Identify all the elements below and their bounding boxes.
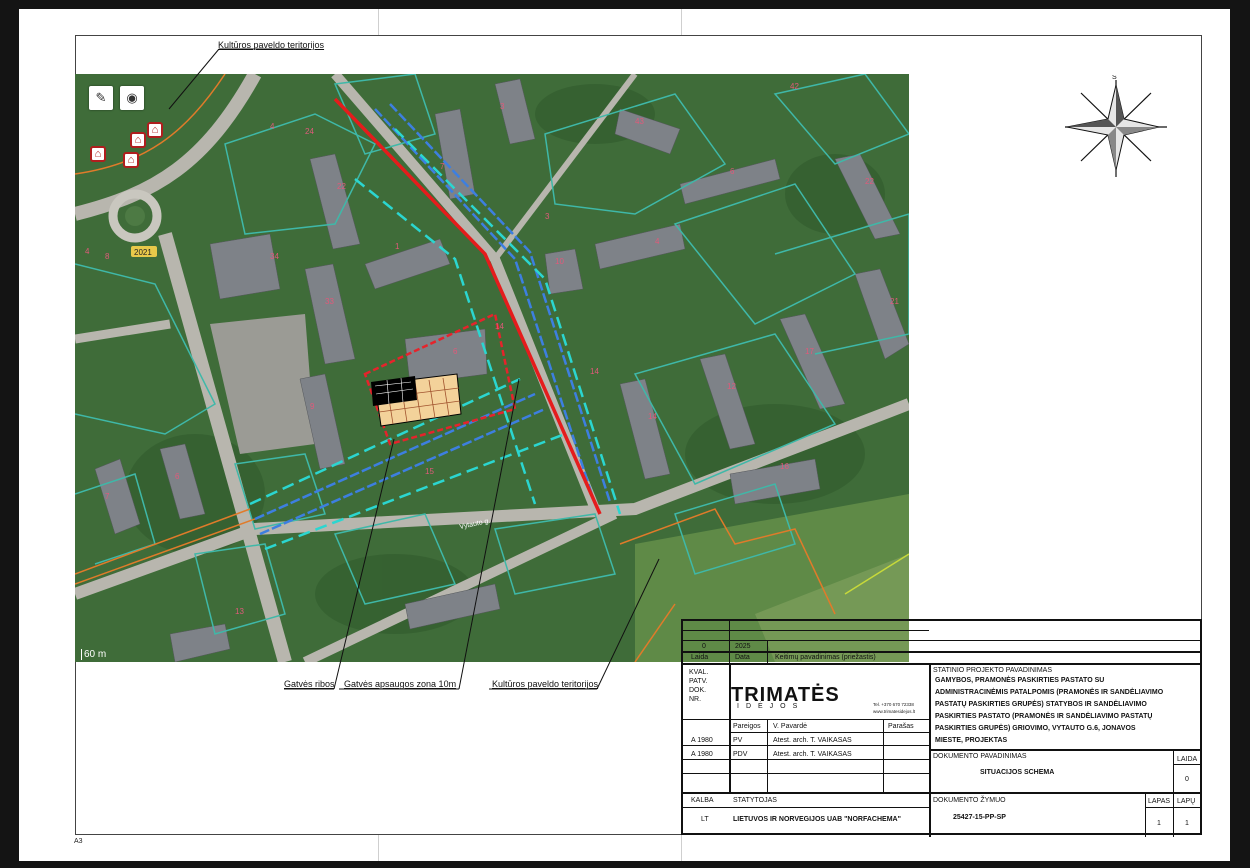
label-statytojas: STATYTOJAS: [733, 797, 777, 804]
label-dok: DOK.: [689, 687, 707, 694]
label-kalba: KALBA: [691, 797, 714, 804]
document-name: SITUACIJOS SCHEMA: [980, 769, 1055, 776]
company-logo: TRIMATĖS IDĖJOS: [731, 684, 840, 710]
header-changes: Keitimų pavadinimas (priežastis): [775, 654, 876, 661]
laida-label: LAIDA: [1177, 756, 1198, 763]
revision-laida: 0: [702, 643, 706, 650]
laida-value: 0: [1185, 776, 1189, 783]
label-nr: NR.: [689, 696, 702, 703]
revision-data: 2025: [735, 643, 751, 650]
compass-north-letter: Š: [1112, 75, 1117, 81]
project-title-line: MIESTE, PROJEKTAS: [935, 737, 1008, 744]
staff-role: PDV: [733, 751, 748, 758]
lapas-value: 1: [1157, 820, 1161, 827]
title-block: 0 2025 Laida Data Keitimų pavadinimas (p…: [681, 619, 1202, 837]
document-name-label: DOKUMENTO PAVADINIMAS: [933, 753, 1027, 760]
header-name: V. Pavardė: [773, 723, 807, 730]
project-title-line: PASKIRTIES PASTATO (PRAMONĖS IR SANDĖLIA…: [935, 713, 1153, 720]
callout-protection-zone: Gatvės apsaugos zona 10m: [344, 679, 457, 689]
label-patv: PATV.: [689, 678, 708, 685]
value-statytojas: LIETUVOS IR NORVEGIJOS UAB "NORFACHEMA": [733, 816, 901, 823]
staff-name: Atest. arch. T. VAIKASAS: [773, 751, 852, 758]
label-kval: KVAL.: [689, 669, 709, 676]
callout-heritage-bottom: Kultūros paveldo teritorijos: [492, 679, 599, 689]
staff-role: PV: [733, 737, 743, 744]
header-role: Pareigos: [733, 723, 761, 730]
project-title-line: PASTATŲ PASKIRTIES GRUPĖS) STATYBOS IR S…: [935, 701, 1147, 708]
doc-code-label: DOKUMENTO ŽYMUO: [933, 797, 1006, 804]
callout-heritage-top: Kultūros paveldo teritorijos: [218, 40, 325, 50]
header-laida: Laida: [691, 654, 709, 661]
lapas-label: LAPAS: [1148, 798, 1171, 805]
header-signature: Parašas: [888, 723, 914, 730]
logo-web: www.trimatesidejos.lt: [873, 709, 916, 714]
staff-code: A 1980: [691, 737, 713, 744]
project-title-line: PASKIRTIES GRUPĖS) GRIOVIMO, VYTAUTO G.6…: [935, 725, 1136, 732]
staff-code: A 1980: [691, 751, 713, 758]
drawing-sheet: A3 4 24 22 7 3 3 43 6 4 10 34 33 6 14 1 …: [19, 9, 1230, 861]
callout-street-lines: Gatvės ribos: [284, 679, 335, 689]
header-data: Data: [735, 654, 750, 661]
doc-code: 25427-15-PP-SP: [953, 814, 1006, 821]
project-title-line: ADMINISTRACINĖMIS PATALPOMIS (PRAMONĖS I…: [935, 689, 1164, 696]
lapu-value: 1: [1185, 820, 1189, 827]
project-title-label: STATINIO PROJEKTO PAVADINIMAS: [933, 667, 1053, 674]
compass-rose-icon: Š: [1065, 72, 1167, 177]
north-arrow: Š: [1059, 72, 1169, 190]
logo-phone: Tel. +370 670 72338: [873, 702, 914, 707]
value-kalba: LT: [701, 816, 709, 823]
lapu-label: LAPŲ: [1177, 798, 1196, 805]
project-title-line: GAMYBOS, PRAMONĖS PASKIRTIES PASTATO SU: [935, 677, 1105, 684]
staff-name: Atest. arch. T. VAIKASAS: [773, 737, 852, 744]
